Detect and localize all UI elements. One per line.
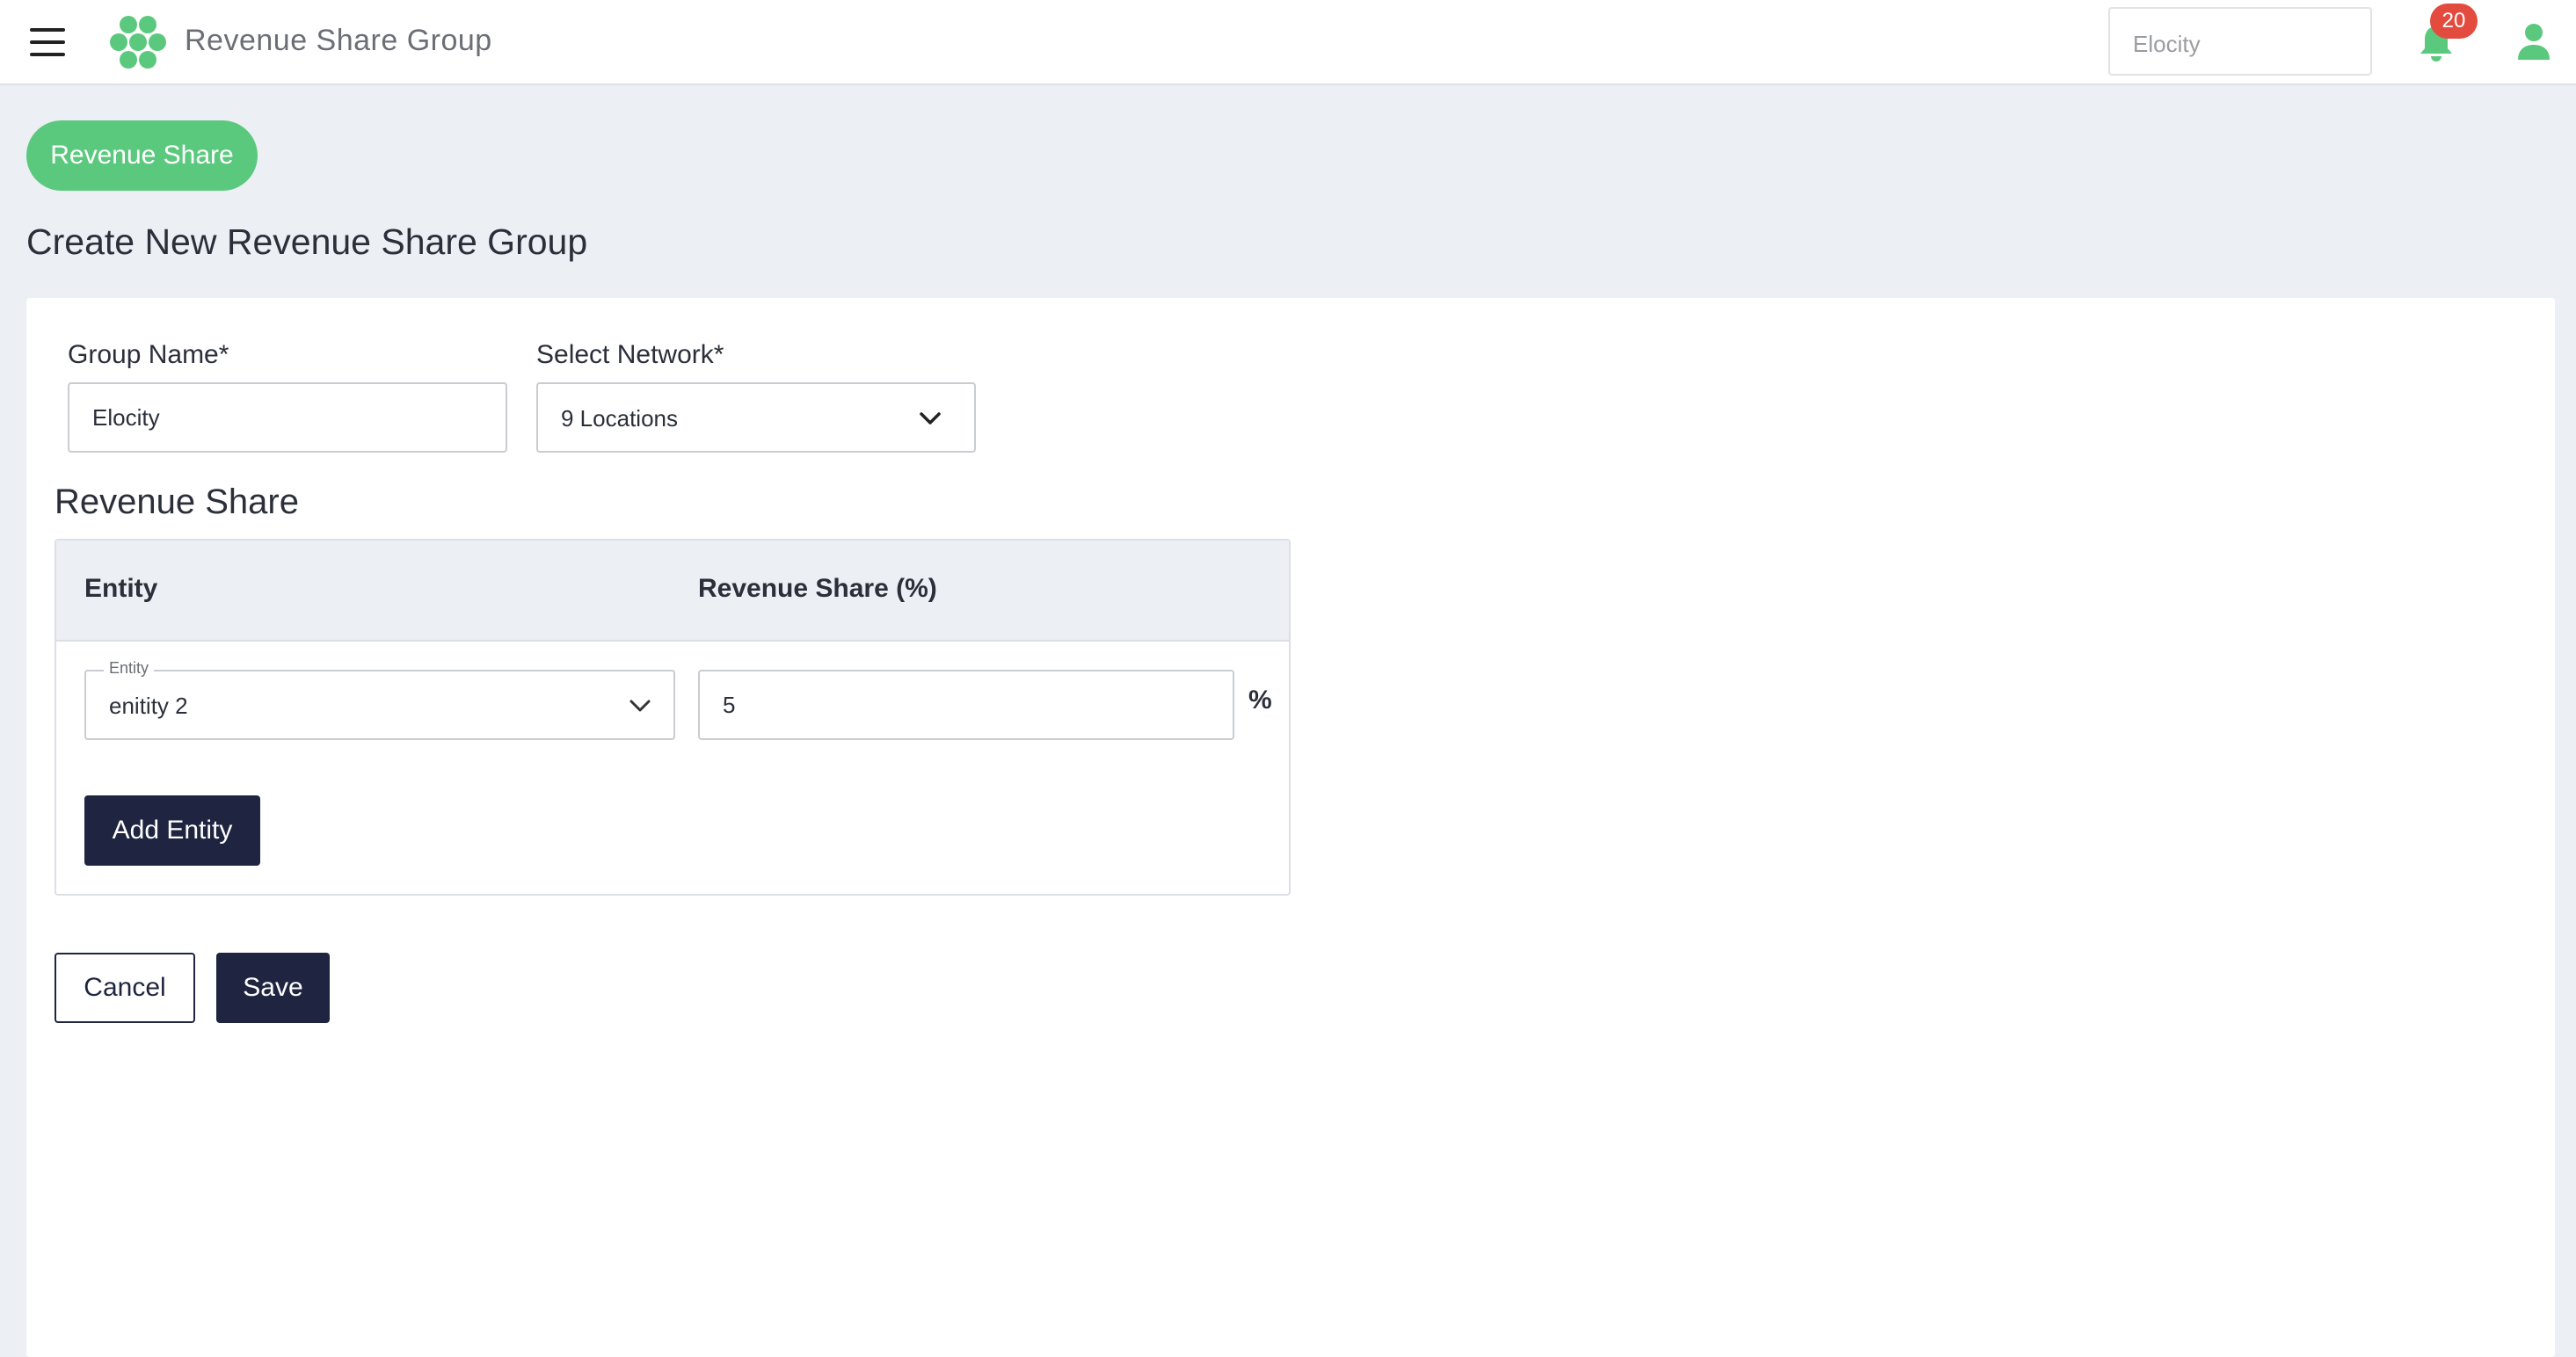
chevron-down-icon xyxy=(920,412,941,425)
revenue-share-input[interactable] xyxy=(698,670,1234,740)
select-network-label: Select Network* xyxy=(536,340,724,369)
network-select[interactable]: 9 Locations xyxy=(536,382,976,453)
network-select-value: 9 Locations xyxy=(561,405,678,432)
revenue-share-button[interactable]: Revenue Share xyxy=(26,120,258,191)
user-icon[interactable] xyxy=(2516,23,2551,60)
revenue-share-section-title: Revenue Share xyxy=(55,483,299,521)
add-entity-button[interactable]: Add Entity xyxy=(84,795,260,866)
menu-icon[interactable] xyxy=(30,28,65,56)
revenue-share-column-header: Revenue Share (%) xyxy=(698,574,937,603)
logo-icon xyxy=(110,16,166,69)
chevron-down-icon xyxy=(629,700,651,712)
cancel-button[interactable]: Cancel xyxy=(55,953,195,1023)
entity-select[interactable]: Entity enitity 2 xyxy=(84,659,675,740)
network-selector[interactable]: Elocity xyxy=(2108,7,2372,76)
top-bar: Revenue Share Group Elocity 20 xyxy=(0,0,2576,85)
entity-select-value: enitity 2 xyxy=(109,693,188,719)
save-button[interactable]: Save xyxy=(216,953,330,1023)
entity-select-label: Entity xyxy=(104,659,155,678)
group-name-input[interactable] xyxy=(68,382,507,453)
entity-column-header: Entity xyxy=(84,574,158,603)
percent-sign: % xyxy=(1248,686,1272,715)
page-title: Create New Revenue Share Group xyxy=(26,221,588,262)
notification-badge: 20 xyxy=(2430,4,2478,39)
form-card: Group Name* Select Network* 9 Locations … xyxy=(26,298,2555,1357)
group-name-label: Group Name* xyxy=(68,340,229,369)
revenue-share-table-header: Entity Revenue Share (%) xyxy=(56,541,1289,642)
revenue-share-table: Entity Revenue Share (%) Entity enitity … xyxy=(55,539,1291,896)
app-title: Revenue Share Group xyxy=(185,24,492,57)
